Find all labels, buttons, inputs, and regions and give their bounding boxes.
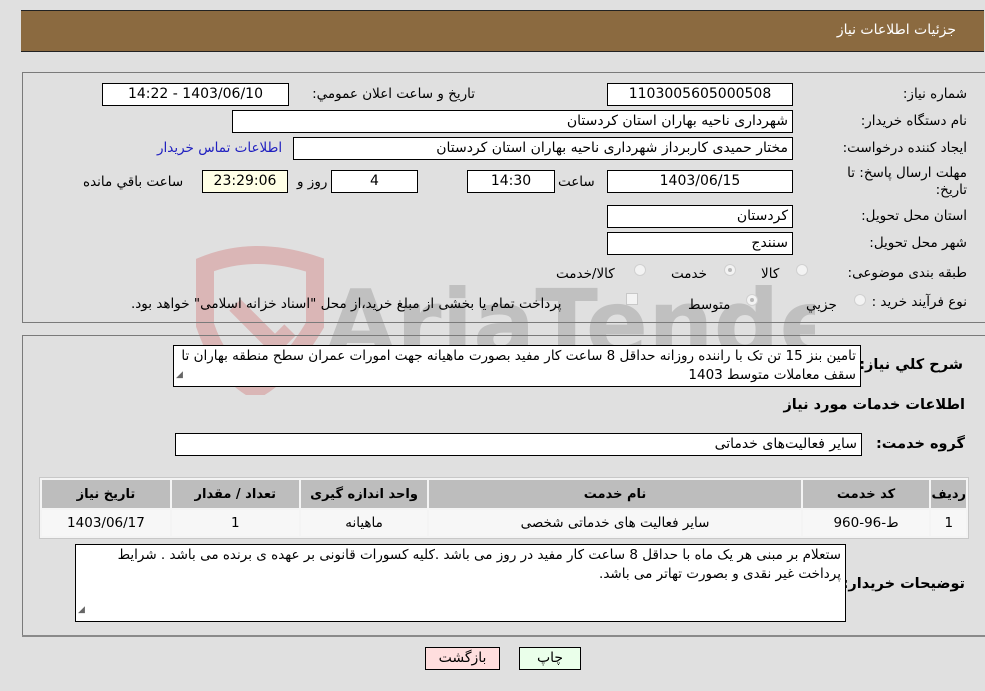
col-header-code: کد خدمت (802, 480, 930, 508)
announce-datetime-field: 1403/06/10 - 14:22 (102, 83, 289, 106)
deadline-label: مهلت ارسال پاسخ: تا (847, 165, 967, 181)
back-button[interactable]: بازگشت (425, 647, 500, 670)
deadline-time-field: 14:30 (467, 170, 555, 193)
remaining-label: ساعت باقي مانده (83, 174, 184, 190)
cell-row-number: 1 (931, 510, 966, 536)
panel-bottom-line (22, 635, 985, 637)
announce-label: تاریخ و ساعت اعلان عمومي: (312, 86, 475, 102)
buyer-org-field: شهرداری ناحیه بهاران استان کردستان (232, 110, 793, 133)
category-option-goods: کالا (761, 266, 780, 282)
page-header: جزئیات اطلاعات نیاز (21, 10, 984, 52)
col-header-quantity: تعداد / مقدار (171, 480, 299, 508)
need-number-label: شماره نیاز: (902, 86, 967, 102)
service-group-label: گروه خدمت: (875, 436, 965, 452)
process-option-minor: جزيي (806, 297, 837, 313)
description-label: شرح کلي نياز: (859, 357, 963, 373)
province-label: استان محل تحويل: (861, 208, 967, 224)
print-button[interactable]: چاپ (519, 647, 581, 670)
resize-grip-icon[interactable]: ◢ (78, 601, 85, 620)
table-row: 1 ط-96-960 سایر فعالیت های خدماتی شخصی م… (42, 510, 966, 536)
col-header-date: تاريخ نياز (42, 480, 170, 508)
category-radio-goods-service[interactable] (634, 264, 646, 276)
category-option-goods-service: کالا/خدمت (556, 266, 615, 282)
days-remaining-field: 4 (331, 170, 418, 193)
treasury-checkbox[interactable] (626, 293, 638, 305)
cell-service-name: سایر فعالیت های خدماتی شخصی (429, 510, 801, 536)
resize-grip-icon[interactable]: ◢ (176, 366, 183, 385)
process-radio-minor[interactable] (854, 294, 866, 306)
services-table: رديف کد خدمت نام خدمت واحد اندازه گيری ت… (39, 477, 969, 539)
cell-unit: ماهیانه (300, 510, 428, 536)
buyer-contact-link[interactable]: اطلاعات تماس خريدار (157, 140, 282, 156)
process-option-medium: متوسط (688, 297, 731, 313)
treasury-checkbox-label: پرداخت تمام يا بخشی از مبلغ خريد،از محل … (131, 296, 562, 312)
buyer-notes-textarea[interactable]: ستعلام بر مبنی هر یک ماه با حداقل 8 ساعت… (75, 544, 846, 622)
cell-service-code: ط-96-960 (802, 510, 930, 536)
page-title: جزئیات اطلاعات نیاز (836, 22, 956, 38)
deadline-label-date: تاريخ: (935, 182, 967, 198)
service-group-field: سایر فعالیت‌های خدماتی (175, 433, 862, 456)
cell-quantity: 1 (171, 510, 299, 536)
buyer-notes-label: توضيحات خريدار: (842, 576, 965, 592)
deadline-date-field: 1403/06/15 (607, 170, 793, 193)
process-radio-medium[interactable] (746, 294, 758, 306)
city-label: شهر محل تحويل: (869, 235, 967, 251)
services-section-title: اطلاعات خدمات مورد نياز (783, 397, 965, 413)
col-header-unit: واحد اندازه گيری (300, 480, 428, 508)
description-textarea[interactable]: تامین بنز 15 تن تک با راننده روزانه حداق… (173, 345, 861, 387)
buyer-notes-text: ستعلام بر مبنی هر یک ماه با حداقل 8 ساعت… (117, 547, 841, 582)
process-type-label: نوع فرآيند خريد : (871, 294, 967, 310)
category-label: طبقه بندی موضوعی: (847, 265, 967, 281)
remaining-time-field: 23:29:06 (202, 170, 288, 193)
description-text: تامین بنز 15 تن تک با راننده روزانه حداق… (181, 348, 856, 383)
need-number-field: 1103005605000508 (607, 83, 793, 106)
province-field: کردستان (607, 205, 793, 228)
buyer-org-label: نام دستگاه خريدار: (860, 113, 967, 129)
deadline-time-label: ساعت (558, 174, 595, 190)
city-field: سنندج (607, 232, 793, 255)
table-header-row: رديف کد خدمت نام خدمت واحد اندازه گيری ت… (42, 480, 966, 508)
cell-need-date: 1403/06/17 (42, 510, 170, 536)
col-header-name: نام خدمت (429, 480, 801, 508)
requester-label: ايجاد کننده درخواست: (842, 140, 967, 156)
category-radio-goods[interactable] (796, 264, 808, 276)
days-label: روز و (297, 174, 328, 190)
requester-field: مختار حمیدی کاربرداز شهرداری ناحیه بهارا… (293, 137, 793, 160)
category-option-service: خدمت (671, 266, 707, 282)
category-radio-service[interactable] (724, 264, 736, 276)
col-header-row: رديف (931, 480, 966, 508)
